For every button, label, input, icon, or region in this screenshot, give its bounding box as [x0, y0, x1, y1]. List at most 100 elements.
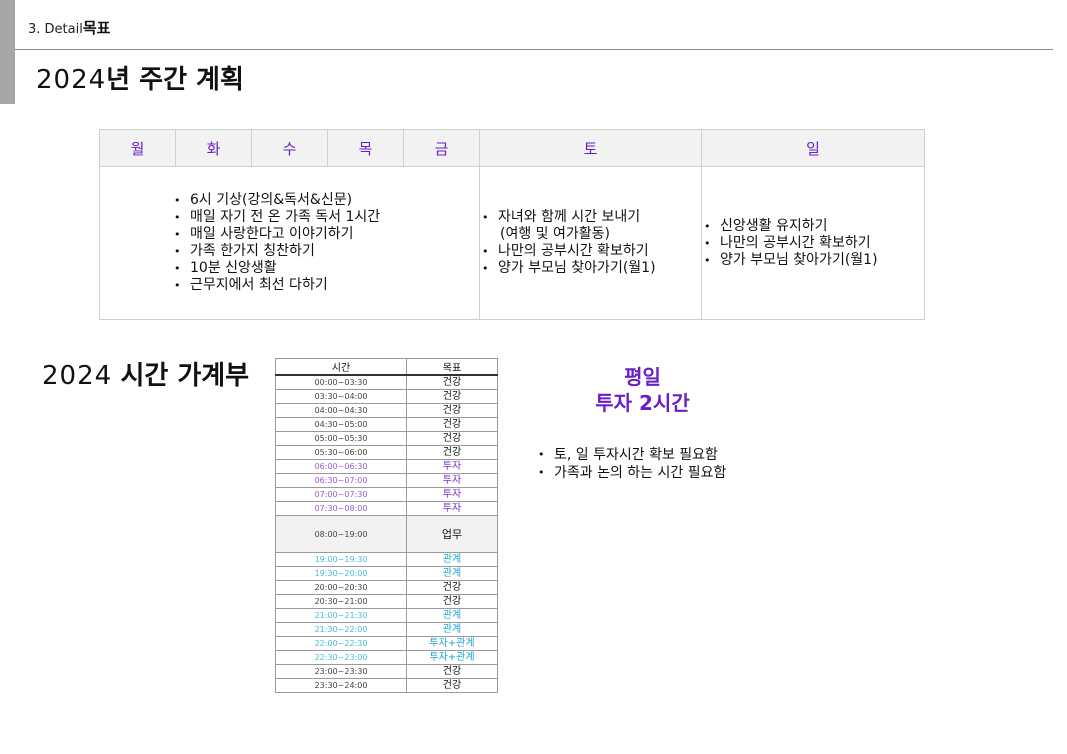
ledger-goal-cell: 관계	[406, 552, 498, 567]
weekly-plan-table: 월 화 수 목 금 토 일 6시 기상(강의&독서&신문) 매일 자기 전 온 …	[99, 129, 925, 320]
ledger-time-cell: 06:30~07:00	[275, 473, 407, 488]
ledger-goal-cell: 건강	[406, 678, 498, 693]
table-row: 03:30~04:00 건강	[275, 389, 498, 404]
ledger-goal-cell: 업무	[406, 515, 498, 553]
list-item: 가족과 논의 하는 시간 필요함	[536, 464, 726, 482]
time-ledger-heading: 시간 가계부	[120, 361, 250, 391]
saturday-plan-cell: 자녀와 함께 시간 보내기 (여행 및 여가활동) 나만의 공부시간 확보하기 …	[479, 166, 702, 320]
ledger-notes-list: 토, 일 투자시간 확보 필요함 가족과 논의 하는 시간 필요함	[536, 446, 726, 482]
ledger-goal-cell: 투자	[406, 459, 498, 474]
ledger-time-cell: 23:30~24:00	[275, 678, 407, 693]
ledger-goal-cell: 건강	[406, 374, 498, 390]
ledger-time-cell: 06:00~06:30	[275, 459, 407, 474]
table-row: 19:30~20:00 관계	[275, 566, 498, 581]
weekday-investment-heading: 평일 투자 2시간	[560, 364, 725, 416]
time-ledger-title: 2024 시간 가계부	[42, 355, 249, 392]
table-row: 23:30~24:00 건강	[275, 678, 498, 693]
ledger-header-row: 시간 목표	[275, 358, 498, 376]
ledger-goal-cell: 투자	[406, 501, 498, 516]
sunday-plan-list: 신앙생활 유지하기 나만의 공부시간 확보하기 양가 부모님 찾아가기(월1)	[702, 218, 924, 269]
ledger-time-cell: 04:30~05:00	[275, 417, 407, 432]
list-item: 양가 부모님 찾아가기(월1)	[480, 260, 701, 277]
ledger-goal-cell: 건강	[406, 431, 498, 446]
weekday-plan-cell: 6시 기상(강의&독서&신문) 매일 자기 전 온 가족 독서 1시간 매일 사…	[99, 166, 480, 320]
section-label: 3. Detail목표	[28, 17, 110, 38]
weekly-body-row: 6시 기상(강의&독서&신문) 매일 자기 전 온 가족 독서 1시간 매일 사…	[99, 166, 925, 320]
day-header-tue: 화	[175, 129, 252, 167]
list-item-continuation: (여행 및 여가활동)	[500, 226, 610, 242]
list-item: 10분 신앙생활	[172, 260, 479, 277]
table-row: 20:30~21:00 건강	[275, 594, 498, 609]
ledger-goal-cell: 건강	[406, 417, 498, 432]
ledger-time-cell: 07:30~08:00	[275, 501, 407, 516]
list-item: 양가 부모님 찾아가기(월1)	[702, 252, 924, 269]
ledger-goal-cell: 관계	[406, 608, 498, 623]
ledger-goal-cell: 건강	[406, 594, 498, 609]
sunday-plan-cell: 신앙생활 유지하기 나만의 공부시간 확보하기 양가 부모님 찾아가기(월1)	[701, 166, 925, 320]
list-item: 6시 기상(강의&독서&신문)	[172, 192, 479, 209]
table-row: 04:00~04:30 건강	[275, 403, 498, 418]
weekday-heading-line1: 평일	[624, 365, 661, 389]
ledger-goal-cell: 투자+관계	[406, 636, 498, 651]
ledger-header-goal: 목표	[406, 358, 498, 376]
weekly-plan-title: 2024년 주간 계획	[36, 59, 244, 96]
list-item: 나만의 공부시간 확보하기	[702, 235, 924, 252]
weekly-plan-year: 2024	[36, 65, 107, 95]
day-header-wed: 수	[251, 129, 328, 167]
ledger-goal-cell: 투자	[406, 473, 498, 488]
ledger-time-cell: 03:30~04:00	[275, 389, 407, 404]
time-ledger-table: 시간 목표 00:00~03:30 건강 03:30~04:00 건강 04:00~04…	[275, 358, 498, 693]
table-row: 07:00~07:30 투자	[275, 487, 498, 502]
ledger-goal-cell: 건강	[406, 403, 498, 418]
ledger-time-cell: 07:00~07:30	[275, 487, 407, 502]
list-item: 신앙생활 유지하기	[702, 218, 924, 235]
ledger-goal-cell: 관계	[406, 622, 498, 637]
ledger-time-cell: 20:30~21:00	[275, 594, 407, 609]
table-row: 07:30~08:00 투자	[275, 501, 498, 516]
header-divider	[15, 49, 1053, 50]
ledger-time-cell: 22:00~22:30	[275, 636, 407, 651]
table-row: 00:00~03:30 건강	[275, 374, 498, 390]
ledger-goal-cell: 건강	[406, 445, 498, 460]
ledger-time-cell: 23:00~23:30	[275, 664, 407, 679]
ledger-goal-cell: 건강	[406, 664, 498, 679]
table-row: 22:00~22:30 투자+관계	[275, 636, 498, 651]
weekly-header-row: 월 화 수 목 금 토 일	[99, 129, 925, 167]
day-header-thu: 목	[327, 129, 404, 167]
ledger-time-cell: 22:30~23:00	[275, 650, 407, 665]
ledger-time-cell: 19:00~19:30	[275, 552, 407, 567]
weekday-plan-list: 6시 기상(강의&독서&신문) 매일 자기 전 온 가족 독서 1시간 매일 사…	[172, 192, 479, 294]
ledger-goal-cell: 투자+관계	[406, 650, 498, 665]
table-row: 19:00~19:30 관계	[275, 552, 498, 567]
table-row: 23:00~23:30 건강	[275, 664, 498, 679]
section-prefix: 3. Detail	[28, 22, 83, 37]
ledger-time-cell: 04:00~04:30	[275, 403, 407, 418]
ledger-time-cell: 08:00~19:00	[275, 515, 407, 553]
time-ledger-year: 2024	[42, 361, 113, 391]
table-row: 06:30~07:00 투자	[275, 473, 498, 488]
ledger-time-cell: 05:30~06:00	[275, 445, 407, 460]
table-row: 22:30~23:00 투자+관계	[275, 650, 498, 665]
list-item: 자녀와 함께 시간 보내기	[480, 209, 701, 226]
list-item: 매일 자기 전 온 가족 독서 1시간	[172, 209, 479, 226]
saturday-plan-list: 자녀와 함께 시간 보내기 (여행 및 여가활동) 나만의 공부시간 확보하기 …	[480, 209, 701, 277]
table-row: 06:00~06:30 투자	[275, 459, 498, 474]
weekly-plan-heading: 년 주간 계획	[106, 65, 244, 95]
list-item: 가족 한가지 칭찬하기	[172, 243, 479, 260]
ledger-goal-cell: 투자	[406, 487, 498, 502]
table-row: 20:00~20:30 건강	[275, 580, 498, 595]
side-accent-bar	[0, 0, 15, 104]
ledger-time-cell: 00:00~03:30	[275, 374, 407, 390]
day-header-sat: 토	[479, 129, 702, 167]
ledger-time-cell: 21:00~21:30	[275, 608, 407, 623]
table-row: 21:30~22:00 관계	[275, 622, 498, 637]
table-row: 21:00~21:30 관계	[275, 608, 498, 623]
day-header-mon: 월	[99, 129, 176, 167]
table-row: 05:30~06:00 건강	[275, 445, 498, 460]
list-item: 토, 일 투자시간 확보 필요함	[536, 446, 726, 464]
ledger-time-cell: 05:00~05:30	[275, 431, 407, 446]
day-header-fri: 금	[403, 129, 480, 167]
weekday-heading-line2: 투자 2시간	[595, 391, 690, 415]
ledger-body: 00:00~03:30 건강 03:30~04:00 건강 04:00~04:30 건강 0…	[275, 374, 498, 693]
table-row: 08:00~19:00 업무	[275, 515, 498, 553]
